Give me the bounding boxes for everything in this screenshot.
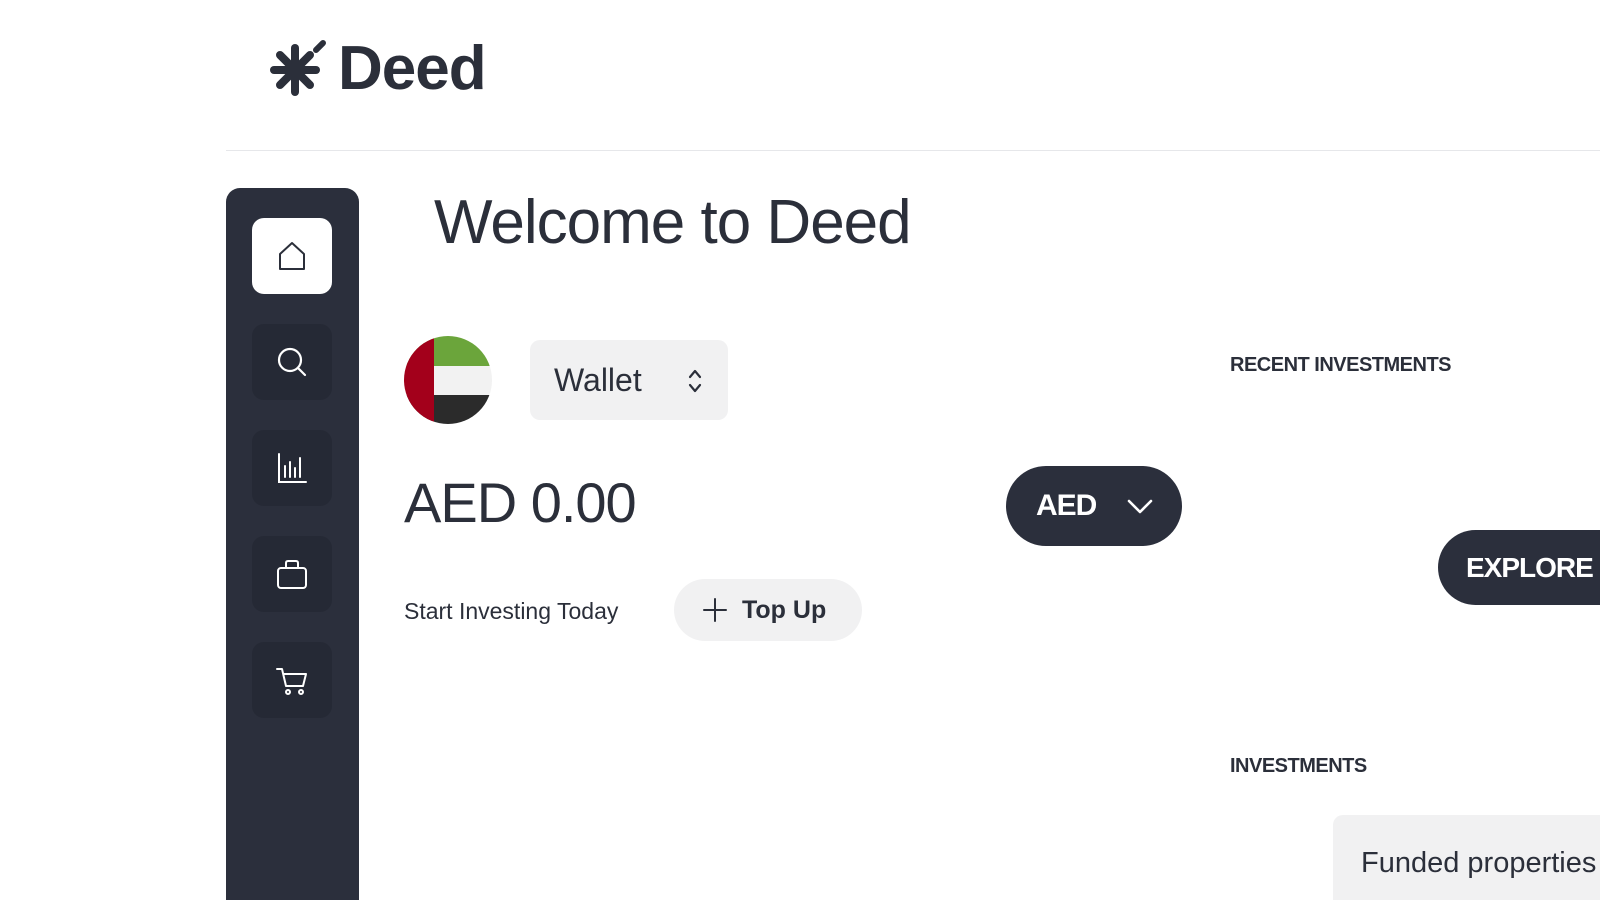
wallet-selector-label: Wallet [554,361,642,398]
uae-flag-icon [404,336,492,424]
page-title: Welcome to Deed [434,188,912,257]
top-up-label: Top Up [742,595,827,624]
sidebar-item-analytics[interactable] [252,430,332,506]
currency-label: AED [1036,489,1097,522]
plus-icon [703,598,727,622]
start-investing-text: Start Investing Today [404,598,619,624]
brand-logo[interactable]: Deed [268,34,487,103]
briefcase-icon [277,560,307,589]
header-divider [226,150,1600,151]
cart-icon [276,668,307,695]
wallet-balance: AED 0.00 [404,471,637,534]
funded-properties-label: Funded properties [1361,847,1597,879]
wallet-selector[interactable]: Wallet [530,340,728,420]
sidebar-item-portfolio[interactable] [252,536,332,612]
asterisk-logo-icon [270,40,326,96]
sidebar [226,188,359,900]
header: Deed [0,0,1600,152]
top-up-button[interactable]: Top Up [674,579,862,641]
home-icon [279,242,305,270]
brand-name: Deed [338,34,487,103]
sidebar-item-search[interactable] [252,324,332,400]
explore-label: EXPLORE [1466,551,1594,583]
chevron-up-down-icon [688,369,702,393]
chart-icon [278,453,307,483]
currency-dropdown[interactable]: AED [1006,466,1182,546]
funded-properties-card[interactable]: Funded properties [1333,815,1600,900]
sidebar-item-home[interactable] [252,218,332,294]
investments-heading: INVESTMENTS [1230,755,1367,777]
chevron-down-icon [1127,499,1153,514]
sidebar-item-cart[interactable] [252,642,332,718]
explore-button[interactable]: EXPLORE [1438,530,1600,605]
recent-investments-heading: RECENT INVESTMENTS [1230,354,1452,376]
search-icon [277,347,307,377]
